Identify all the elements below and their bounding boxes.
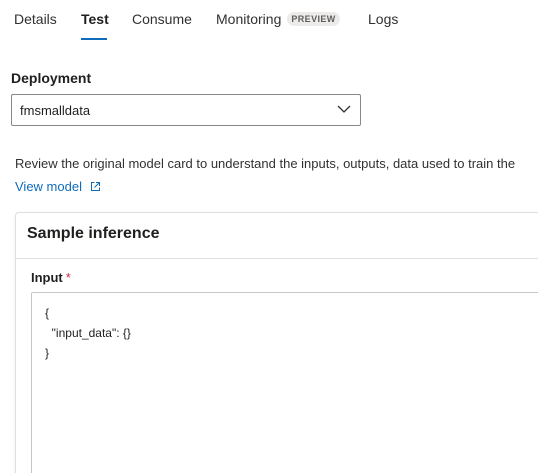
code-line: { bbox=[45, 306, 50, 320]
view-model-link-label: View model bbox=[15, 179, 82, 194]
tab-bar: Details Test Consume Monitoring PREVIEW L… bbox=[0, 0, 538, 40]
input-code-editor[interactable]: { "input_data": {}} bbox=[31, 292, 538, 473]
code-line: } bbox=[45, 346, 50, 360]
tab-logs[interactable]: Logs bbox=[368, 10, 398, 40]
code-line: "input_data": {} bbox=[45, 326, 131, 340]
view-model-link[interactable]: View model bbox=[15, 179, 101, 194]
required-asterisk: * bbox=[65, 270, 71, 285]
active-tab-indicator bbox=[81, 38, 107, 40]
card-divider bbox=[16, 258, 538, 259]
deployment-label: Deployment bbox=[11, 70, 92, 86]
chevron-down-icon bbox=[337, 105, 351, 113]
input-code: { "input_data": {}} bbox=[45, 303, 131, 363]
input-label: Input * bbox=[31, 270, 71, 285]
model-card-info-text: Review the original model card to unders… bbox=[15, 156, 516, 171]
preview-badge: PREVIEW bbox=[287, 12, 340, 26]
tab-consume[interactable]: Consume bbox=[132, 10, 192, 40]
tab-monitoring-label: Monitoring bbox=[216, 11, 282, 27]
external-link-icon bbox=[90, 182, 100, 191]
deployment-dropdown[interactable]: fmsmalldata bbox=[11, 94, 361, 126]
sample-inference-card: Sample inference Input * { "input_data": … bbox=[15, 212, 538, 473]
tab-test[interactable]: Test bbox=[81, 10, 109, 40]
deployment-selected-value: fmsmalldata bbox=[20, 103, 91, 118]
tab-monitoring[interactable]: Monitoring PREVIEW bbox=[216, 10, 340, 40]
page: Details Test Consume Monitoring PREVIEW L… bbox=[0, 0, 538, 473]
sample-inference-title: Sample inference bbox=[27, 225, 160, 242]
tab-details[interactable]: Details bbox=[14, 10, 57, 40]
input-label-text: Input bbox=[31, 270, 63, 285]
